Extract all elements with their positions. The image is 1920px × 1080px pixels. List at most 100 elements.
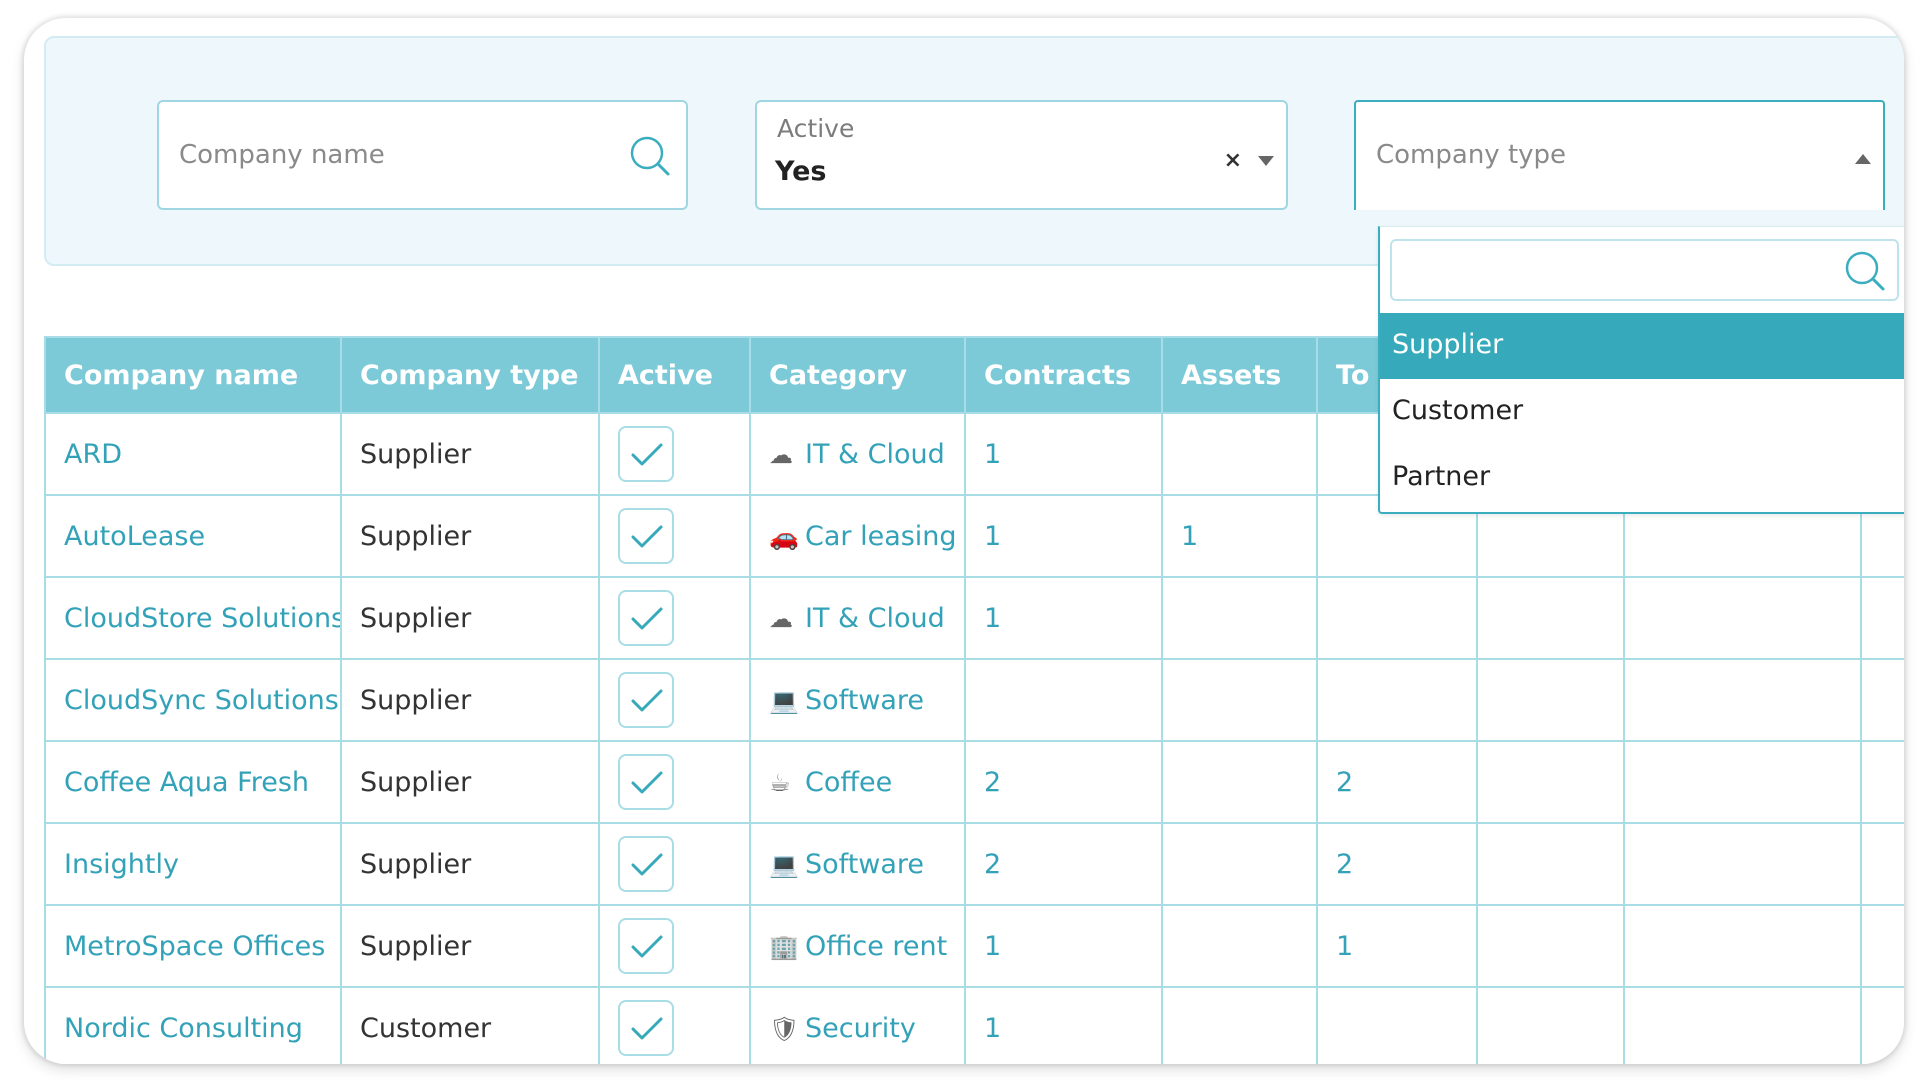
active-cell [598, 822, 751, 906]
active-checkbox[interactable] [618, 590, 674, 646]
company-name-link[interactable]: Nordic Consulting [44, 986, 342, 1064]
category-cell: ☁ IT & Cloud [749, 576, 966, 660]
table-row[interactable]: Insightly Supplier 💻 Software 2 2 [44, 822, 1904, 906]
active-select[interactable]: Active Yes × [755, 100, 1288, 210]
company-name-link[interactable]: Insightly [44, 822, 342, 906]
category-link[interactable]: Car leasing [805, 521, 957, 552]
category-cell: 💻 Software [749, 658, 966, 742]
company-name-search-input[interactable]: Company name [157, 100, 688, 210]
column-header-category[interactable]: Category [749, 336, 966, 414]
assets-cell[interactable] [1161, 412, 1318, 496]
empty-cell [1860, 576, 1904, 660]
chevron-down-icon[interactable] [1258, 156, 1274, 166]
active-checkbox[interactable] [618, 918, 674, 974]
active-cell [598, 576, 751, 660]
contracts-cell[interactable]: 1 [964, 904, 1163, 988]
active-select-label: Active [777, 114, 855, 143]
empty-cell [1860, 986, 1904, 1064]
company-type-dropdown: Supplier Customer Partner [1378, 226, 1904, 514]
company-type-cell: Supplier [340, 412, 600, 496]
contracts-cell[interactable]: 1 [964, 986, 1163, 1064]
search-icon[interactable] [628, 134, 672, 178]
empty-cell [1476, 576, 1625, 660]
to-cell[interactable]: 1 [1316, 904, 1478, 988]
active-cell [598, 740, 751, 824]
active-checkbox[interactable] [618, 836, 674, 892]
car-icon: 🚗 [769, 522, 799, 551]
dropdown-option-customer[interactable]: Customer [1380, 379, 1904, 445]
table-row[interactable]: MetroSpace Offices Supplier 🏢 Office rent 1 1 [44, 904, 1904, 988]
search-icon[interactable] [1843, 249, 1887, 293]
company-name-link[interactable]: ARD [44, 412, 342, 496]
company-name-link[interactable]: CloudStore Solutions [44, 576, 342, 660]
to-cell[interactable] [1316, 986, 1478, 1064]
table-row[interactable]: Nordic Consulting Customer 🛡 Security 1 [44, 986, 1904, 1064]
category-link[interactable]: Security [805, 1013, 916, 1044]
active-checkbox[interactable] [618, 508, 674, 564]
dropdown-option-supplier[interactable]: Supplier [1380, 313, 1904, 379]
active-cell [598, 494, 751, 578]
active-select-value: Yes [775, 156, 827, 187]
coffee-icon: ☕ [769, 768, 791, 797]
to-cell[interactable]: 2 [1316, 740, 1478, 824]
clear-icon[interactable]: × [1224, 148, 1242, 173]
category-link[interactable]: Coffee [805, 767, 892, 798]
category-link[interactable]: Software [805, 685, 924, 716]
contracts-cell[interactable]: 2 [964, 822, 1163, 906]
assets-cell[interactable] [1161, 986, 1318, 1064]
active-checkbox[interactable] [618, 754, 674, 810]
empty-cell [1860, 740, 1904, 824]
active-checkbox[interactable] [618, 426, 674, 482]
table-row[interactable]: Coffee Aqua Fresh Supplier ☕ Coffee 2 2 [44, 740, 1904, 824]
contracts-cell[interactable] [964, 658, 1163, 742]
category-cell: 🏢 Office rent [749, 904, 966, 988]
assets-cell[interactable] [1161, 658, 1318, 742]
column-header-company-type[interactable]: Company type [340, 336, 600, 414]
to-cell[interactable]: 2 [1316, 822, 1478, 906]
category-cell: ☕ Coffee [749, 740, 966, 824]
contracts-cell[interactable]: 2 [964, 740, 1163, 824]
company-type-cell: Customer [340, 986, 600, 1064]
category-link[interactable]: IT & Cloud [805, 603, 945, 634]
category-link[interactable]: Software [805, 849, 924, 880]
company-type-select[interactable]: Company type [1354, 100, 1885, 210]
category-link[interactable]: Office rent [805, 931, 947, 962]
empty-cell [1476, 986, 1625, 1064]
company-name-link[interactable]: CloudSync Solutions [44, 658, 342, 742]
company-name-link[interactable]: AutoLease [44, 494, 342, 578]
assets-cell[interactable] [1161, 822, 1318, 906]
to-cell[interactable] [1316, 576, 1478, 660]
empty-cell [1623, 822, 1862, 906]
table-row[interactable]: CloudSync Solutions Supplier 💻 Software [44, 658, 1904, 742]
column-header-contracts[interactable]: Contracts [964, 336, 1163, 414]
category-cell: 💻 Software [749, 822, 966, 906]
active-cell [598, 904, 751, 988]
active-checkbox[interactable] [618, 672, 674, 728]
assets-cell[interactable] [1161, 740, 1318, 824]
table-row[interactable]: CloudStore Solutions Supplier ☁ IT & Cloud 1 [44, 576, 1904, 660]
to-cell[interactable] [1316, 658, 1478, 742]
assets-cell[interactable] [1161, 576, 1318, 660]
company-name-link[interactable]: Coffee Aqua Fresh [44, 740, 342, 824]
contracts-cell[interactable]: 1 [964, 576, 1163, 660]
laptop-icon: 💻 [769, 686, 799, 715]
empty-cell [1860, 658, 1904, 742]
column-header-active[interactable]: Active [598, 336, 751, 414]
company-type-cell: Supplier [340, 904, 600, 988]
empty-cell [1476, 822, 1625, 906]
assets-cell[interactable]: 1 [1161, 494, 1318, 578]
company-type-cell: Supplier [340, 576, 600, 660]
category-cell: 🛡 Security [749, 986, 966, 1064]
dropdown-search-input[interactable] [1390, 239, 1899, 301]
dropdown-option-partner[interactable]: Partner [1380, 445, 1904, 511]
chevron-up-icon[interactable] [1855, 154, 1871, 164]
assets-cell[interactable] [1161, 904, 1318, 988]
company-name-link[interactable]: MetroSpace Offices [44, 904, 342, 988]
active-checkbox[interactable] [618, 1000, 674, 1056]
category-link[interactable]: IT & Cloud [805, 439, 945, 470]
contracts-cell[interactable]: 1 [964, 494, 1163, 578]
contracts-cell[interactable]: 1 [964, 412, 1163, 496]
empty-cell [1476, 740, 1625, 824]
column-header-assets[interactable]: Assets [1161, 336, 1318, 414]
column-header-company-name[interactable]: Company name [44, 336, 342, 414]
